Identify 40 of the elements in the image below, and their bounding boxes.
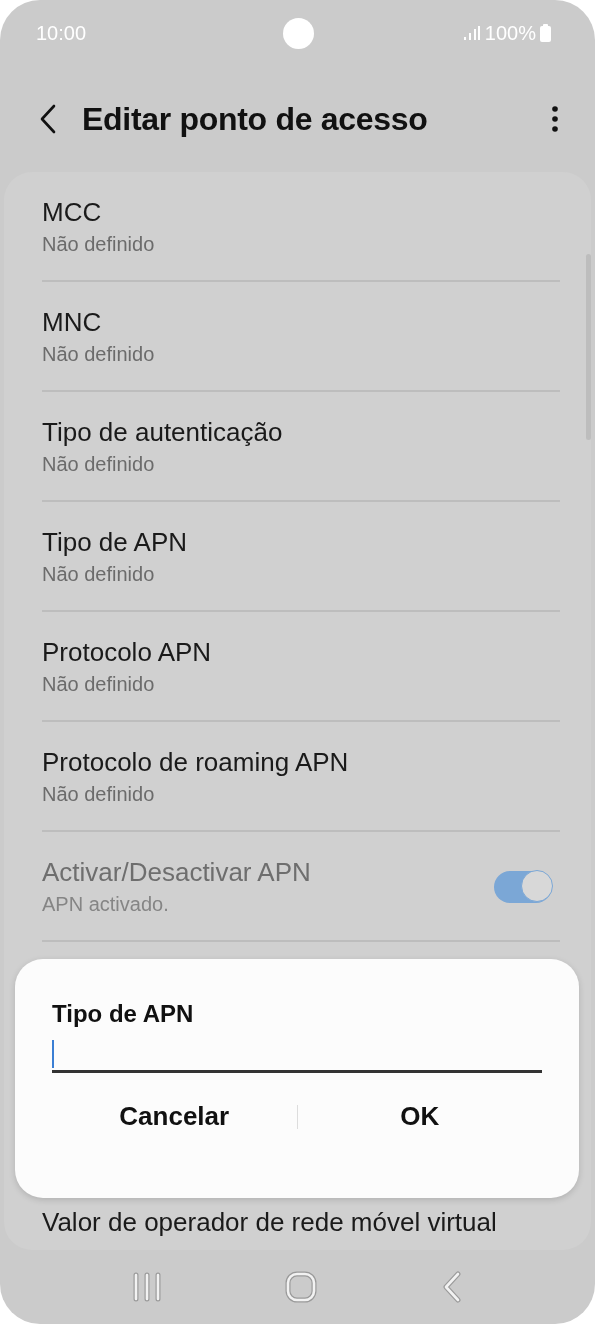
setting-row[interactable]: MCC Não definido xyxy=(42,172,560,282)
setting-title: Protocolo APN xyxy=(42,636,213,668)
setting-row[interactable]: Valor de operador de rede móvel virtual xyxy=(42,1198,560,1238)
setting-row[interactable]: Protocolo APN Não definido xyxy=(42,612,560,722)
home-icon xyxy=(285,1271,318,1303)
back-icon xyxy=(441,1271,464,1303)
setting-title: Protocolo de roaming APN xyxy=(42,746,350,778)
home-button[interactable] xyxy=(285,1271,318,1303)
setting-row[interactable]: MNC Não definido xyxy=(42,282,560,392)
setting-title: MCC xyxy=(42,196,103,228)
setting-row[interactable]: Tipo de APN Não definido xyxy=(42,502,560,612)
setting-value: Não definido xyxy=(42,562,156,587)
battery-icon xyxy=(540,24,551,42)
setting-value: Não definido xyxy=(42,782,156,807)
page-title: Editar ponto de acesso xyxy=(82,100,429,138)
back-icon xyxy=(38,104,58,134)
camera-hole xyxy=(283,18,314,49)
signal-icon xyxy=(462,25,481,41)
setting-title: Tipo de autenticação xyxy=(42,416,284,448)
recent-apps-icon xyxy=(131,1272,162,1302)
setting-title: MNC xyxy=(42,306,103,338)
text-cursor xyxy=(52,1039,54,1068)
setting-value: Não definido xyxy=(42,672,156,697)
dialog-title: Tipo de APN xyxy=(52,999,195,1029)
cancel-button[interactable]: Cancelar xyxy=(52,1091,297,1142)
setting-row[interactable]: Protocolo de roaming APN Não definido xyxy=(42,722,560,832)
setting-title: Valor de operador de rede móvel virtual xyxy=(42,1206,498,1238)
ok-button[interactable]: OK xyxy=(297,1091,542,1142)
more-options-icon xyxy=(551,106,559,132)
back-button[interactable] xyxy=(38,104,58,134)
more-options-button[interactable] xyxy=(551,106,559,132)
setting-title: Tipo de APN xyxy=(42,526,188,558)
setting-value: Não definido xyxy=(42,232,156,257)
setting-value: Não definido xyxy=(42,342,156,367)
setting-row[interactable]: Tipo de autenticação Não definido xyxy=(42,392,560,502)
input-field[interactable] xyxy=(52,1037,542,1073)
setting-value: APN activado. xyxy=(42,892,170,917)
recent-apps-button[interactable] xyxy=(131,1272,162,1302)
setting-title: Activar/Desactivar APN xyxy=(42,856,312,888)
setting-value: Não definido xyxy=(42,452,156,477)
